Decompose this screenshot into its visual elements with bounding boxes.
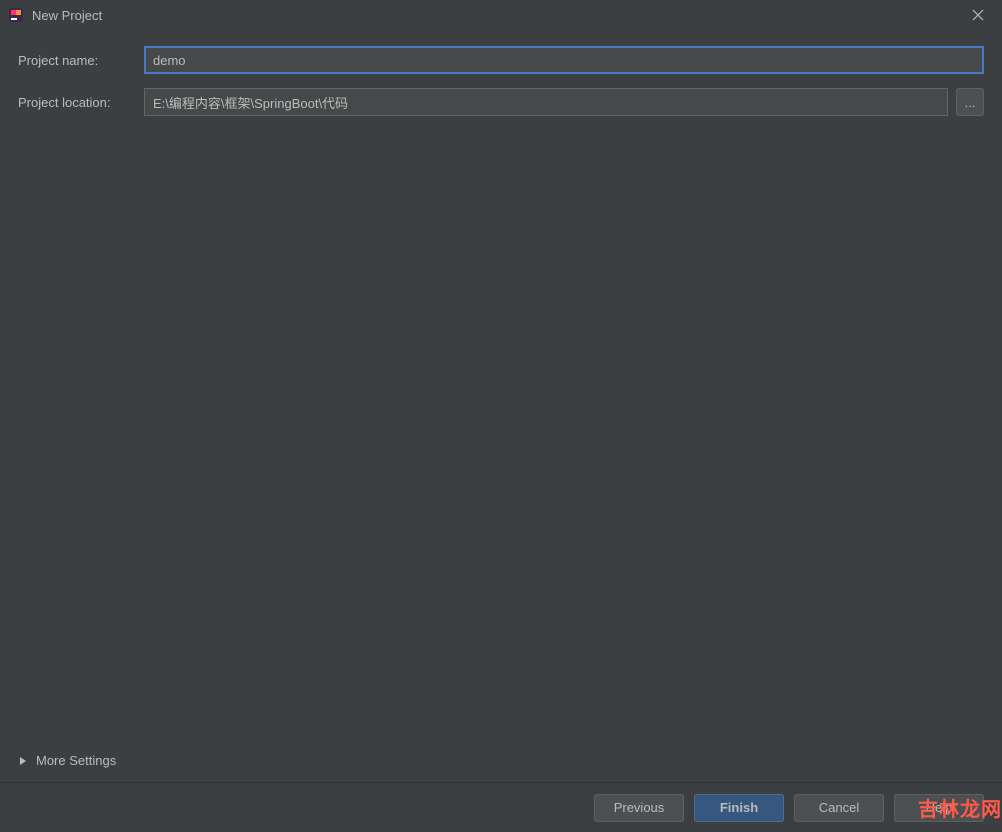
more-settings-label: More Settings [36, 753, 116, 768]
help-button[interactable]: Help [894, 794, 984, 822]
project-location-label: Project location: [18, 95, 144, 110]
dialog-content: Project name: Project location: ... [0, 30, 1002, 116]
project-name-label: Project name: [18, 53, 144, 68]
close-icon [972, 9, 984, 21]
browse-button[interactable]: ... [956, 88, 984, 116]
project-location-row: Project location: ... [18, 88, 984, 116]
finish-button[interactable]: Finish [694, 794, 784, 822]
project-name-input[interactable] [144, 46, 984, 74]
cancel-button[interactable]: Cancel [794, 794, 884, 822]
chevron-right-icon [18, 756, 28, 766]
more-settings-toggle[interactable]: More Settings [18, 753, 116, 768]
title-bar: New Project [0, 0, 1002, 30]
dialog-footer: Previous Finish Cancel Help [0, 782, 1002, 832]
project-location-input[interactable] [144, 88, 948, 116]
close-button[interactable] [962, 3, 994, 27]
project-name-row: Project name: [18, 46, 984, 74]
intellij-icon [8, 7, 24, 23]
previous-button[interactable]: Previous [594, 794, 684, 822]
window-title: New Project [32, 8, 962, 23]
